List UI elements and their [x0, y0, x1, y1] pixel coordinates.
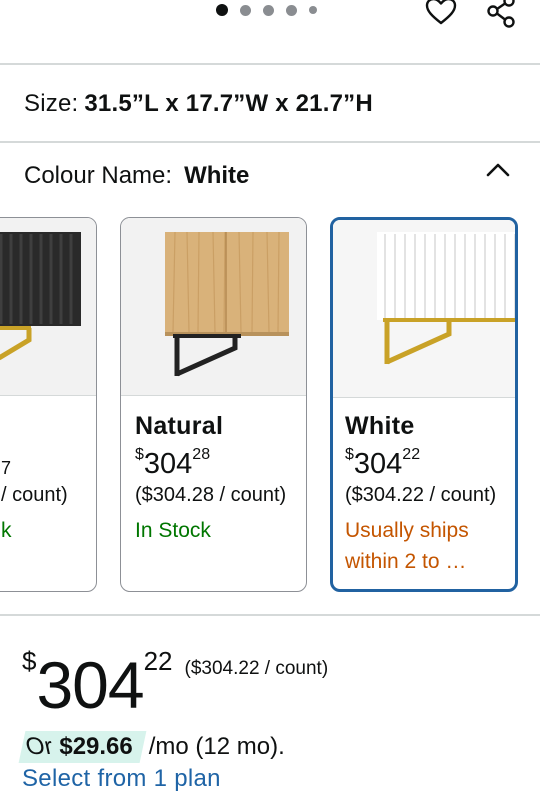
carousel-dot[interactable] — [286, 4, 297, 16]
colour-value: White — [184, 162, 250, 189]
swatch-image-white — [333, 220, 515, 398]
price-symbol: $ — [22, 646, 37, 676]
carousel-dot[interactable] — [309, 6, 317, 14]
heart-icon[interactable] — [424, 0, 458, 28]
swatch-unit-price: ($304.22 / count) — [345, 484, 497, 506]
swatch-unit-price: / count) — [1, 484, 68, 506]
colour-swatch-white[interactable]: White $30422 ($304.22 / count) Usually s… — [330, 217, 518, 592]
swatch-unit-price: ($304.28 / count) — [135, 484, 287, 506]
emi-highlight: Or $29.66 — [18, 731, 147, 763]
swatch-price: 7 — [1, 458, 12, 478]
colour-swatch-natural[interactable]: Natural $30428 ($304.28 / count) In Stoc… — [120, 217, 307, 592]
colour-label: Colour Name: — [24, 162, 173, 189]
swatch-image-natural — [121, 218, 306, 396]
section-divider — [0, 141, 540, 143]
swatch-price: $30422 — [345, 446, 421, 480]
swatch-image-black — [0, 218, 96, 396]
carousel-dot-active[interactable] — [216, 4, 228, 16]
emi-prefix: Or — [23, 733, 56, 760]
colour-swatch-black[interactable]: 7 / count) k — [0, 217, 97, 592]
swatch-price: $30428 — [135, 446, 211, 480]
chevron-up-icon[interactable] — [484, 158, 512, 182]
swatch-availability: k — [1, 519, 12, 542]
top-bar — [0, 0, 540, 62]
price-whole: 304 — [36, 648, 144, 722]
share-icon[interactable] — [484, 0, 518, 28]
product-image — [0, 232, 81, 361]
size-value: 31.5”L x 17.7”W x 21.7”H — [84, 90, 373, 117]
section-divider — [0, 614, 540, 616]
size-label: Size: — [24, 90, 79, 117]
select-plan-link[interactable]: Select from 1 plan — [22, 765, 221, 793]
emi-row: Or $29.66/mo (12 mo). — [18, 731, 285, 763]
swatch-name: White — [345, 412, 415, 440]
product-image — [377, 232, 515, 365]
swatch-availability: within 2 to … — [345, 550, 467, 573]
price-fraction: 22 — [143, 646, 173, 676]
swatch-name — [1, 412, 90, 446]
price-per-unit: ($304.22 / count) — [184, 658, 329, 679]
product-image — [165, 231, 289, 377]
swatch-name: Natural — [135, 412, 224, 440]
carousel-dot[interactable] — [240, 4, 251, 16]
carousel-dot[interactable] — [263, 4, 274, 16]
price-display: $30422 ($304.22 / count) — [22, 646, 328, 723]
colour-swatch-list: 7 / count) k Natural $30428 ($304.28 / c… — [0, 217, 540, 593]
emi-suffix: /mo (12 mo). — [148, 733, 285, 760]
swatch-availability: In Stock — [135, 519, 211, 542]
swatch-availability: Usually ships — [345, 519, 469, 542]
image-carousel-dots[interactable] — [216, 4, 329, 16]
size-row: Size: 31.5”L x 17.7”W x 21.7”H — [24, 90, 373, 118]
colour-row: Colour Name: White — [24, 162, 249, 190]
emi-amount: $29.66 — [59, 733, 133, 760]
section-divider — [0, 63, 540, 65]
